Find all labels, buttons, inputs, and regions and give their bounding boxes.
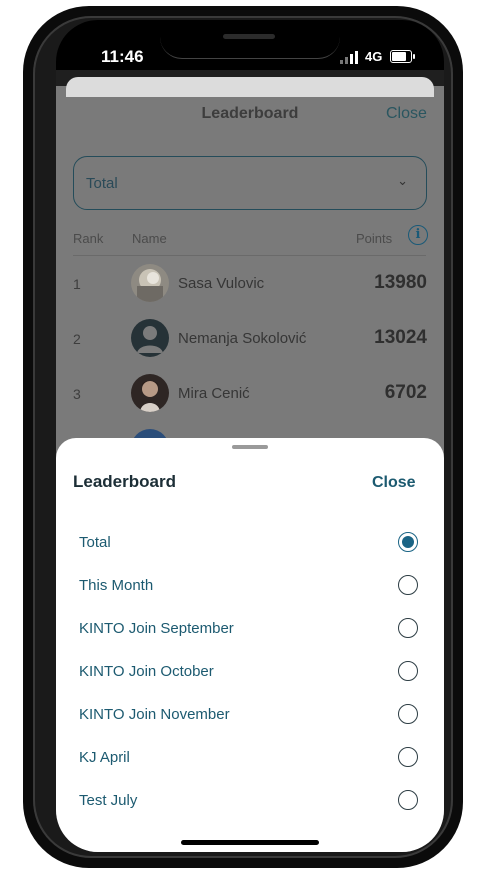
- option-this-month[interactable]: This Month: [56, 564, 444, 607]
- column-name: Name: [132, 231, 167, 246]
- option-label: KINTO Join November: [79, 706, 230, 723]
- avatar: [131, 319, 169, 357]
- row-rank: 3: [73, 386, 81, 402]
- avatar: [131, 264, 169, 302]
- option-test-july[interactable]: Test July: [56, 779, 444, 822]
- row-name: Nemanja Sokolović: [178, 330, 307, 347]
- option-kj-april[interactable]: KJ April: [56, 736, 444, 779]
- radio-icon[interactable]: [398, 618, 418, 638]
- underlying-modal-edge: [66, 77, 434, 97]
- battery-tip: [413, 54, 415, 59]
- sheet-close-button[interactable]: Close: [372, 474, 416, 492]
- option-total[interactable]: Total: [56, 521, 444, 564]
- speaker: [223, 34, 275, 39]
- row-name: Sasa Vulovic: [178, 275, 265, 292]
- leaderboard-picker-sheet: Leaderboard Close Total This Month KINTO…: [56, 438, 444, 852]
- radio-selected-icon[interactable]: [398, 532, 418, 552]
- table-row[interactable]: 2 Nemanja Sokolović 13024: [56, 316, 444, 360]
- row-points: 13980: [374, 272, 427, 293]
- radio-icon[interactable]: [398, 661, 418, 681]
- radio-icon[interactable]: [398, 704, 418, 724]
- option-label: KJ April: [79, 749, 130, 766]
- option-kinto-join-september[interactable]: KINTO Join September: [56, 607, 444, 650]
- option-label: Test July: [79, 792, 138, 809]
- sheet-grabber[interactable]: [232, 445, 268, 449]
- notch: [160, 20, 340, 59]
- row-rank: 1: [73, 276, 81, 292]
- option-kinto-join-october[interactable]: KINTO Join October: [56, 650, 444, 693]
- period-select-value: Total: [86, 175, 118, 192]
- battery-icon: [390, 50, 412, 63]
- table-row[interactable]: 1 Sasa Vulovic 13980: [56, 261, 444, 305]
- radio-icon[interactable]: [398, 747, 418, 767]
- period-select[interactable]: Total ⌄: [73, 156, 427, 210]
- phone-screen: 11:46 4G Leaderboard Close Total ⌄ Rank …: [56, 20, 444, 852]
- status-bar: 11:46 4G: [56, 20, 444, 70]
- chevron-down-icon: ⌄: [397, 173, 408, 188]
- radio-icon[interactable]: [398, 790, 418, 810]
- option-label: KINTO Join October: [79, 663, 214, 680]
- info-icon[interactable]: i: [408, 225, 428, 245]
- column-points: Points: [356, 231, 393, 246]
- option-kinto-join-november[interactable]: KINTO Join November: [56, 693, 444, 736]
- home-indicator[interactable]: [181, 840, 319, 845]
- option-label: Total: [79, 534, 111, 551]
- header-divider: [73, 255, 426, 256]
- table-row[interactable]: 3 Mira Cenić 6702: [56, 371, 444, 415]
- network-type: 4G: [365, 49, 383, 64]
- option-label: KINTO Join September: [79, 620, 234, 637]
- row-rank: 2: [73, 331, 81, 347]
- row-points: 6702: [384, 382, 427, 403]
- status-time: 11:46: [101, 47, 144, 66]
- signal-icon: [340, 51, 364, 64]
- row-points: 13024: [374, 327, 427, 348]
- column-rank: Rank: [73, 231, 104, 246]
- avatar: [131, 374, 169, 412]
- option-label: This Month: [79, 577, 154, 594]
- radio-icon[interactable]: [398, 575, 418, 595]
- sheet-title: Leaderboard: [73, 472, 176, 491]
- close-button[interactable]: Close: [386, 105, 427, 123]
- row-name: Mira Cenić: [178, 385, 250, 402]
